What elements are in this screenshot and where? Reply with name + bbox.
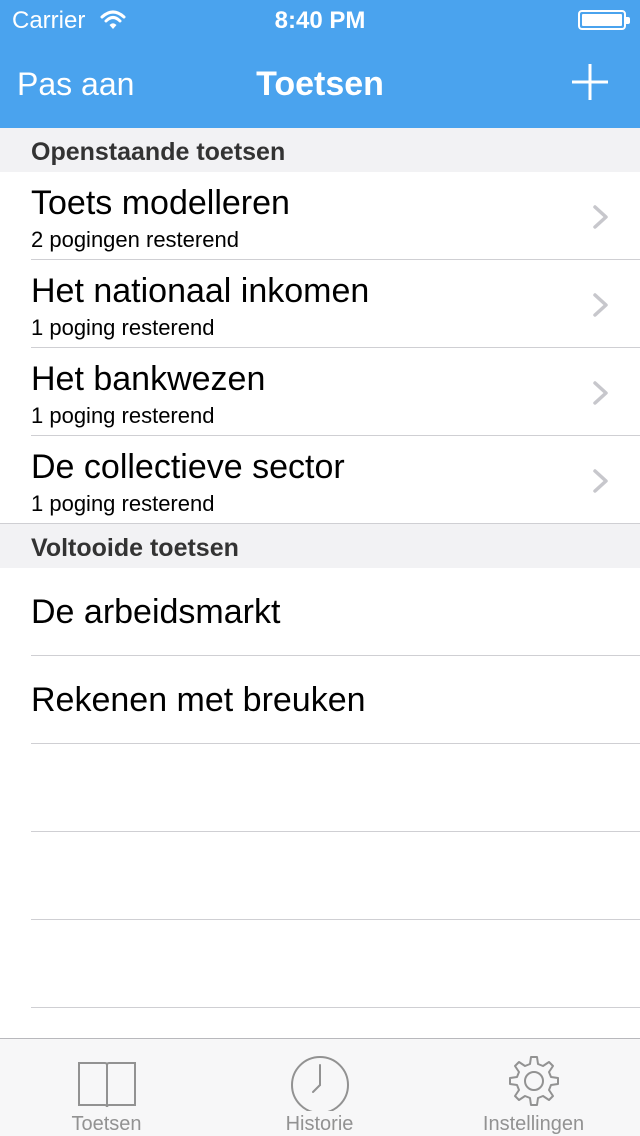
tab-toetsen[interactable]: Toetsen (0, 1039, 213, 1136)
list-item-open[interactable]: Het nationaal inkomen 1 poging resterend (0, 260, 640, 348)
item-subtitle: 2 pogingen resterend (31, 227, 239, 252)
section-header-completed: Voltooide toetsen (0, 524, 640, 568)
item-title: Het bankwezen (31, 360, 266, 398)
navigation-bar: Pas aan Toetsen (0, 40, 640, 128)
chevron-right-icon (593, 469, 608, 493)
chevron-right-icon (593, 381, 608, 405)
chevron-right-icon (593, 205, 608, 229)
list-item-open[interactable]: De collectieve sector 1 poging resterend (0, 436, 640, 524)
clock-icon (290, 1056, 349, 1111)
tab-label: Toetsen (71, 1113, 142, 1135)
item-subtitle: 1 poging resterend (31, 491, 215, 516)
tab-label: Historie (285, 1113, 354, 1135)
empty-row-separator (31, 831, 640, 832)
status-time: 8:40 PM (274, 7, 366, 34)
plus-icon[interactable] (570, 62, 610, 102)
section-header-open: Openstaande toetsen (0, 128, 640, 172)
item-subtitle: 1 poging resterend (31, 315, 215, 340)
edit-button[interactable]: Pas aan (17, 66, 134, 103)
list-item-completed[interactable]: De arbeidsmarkt (0, 568, 640, 656)
list-item-open[interactable]: Toets modelleren 2 pogingen resterend (0, 172, 640, 260)
item-title: Het nationaal inkomen (31, 272, 370, 310)
battery-icon (578, 10, 630, 30)
item-title: De arbeidsmarkt (31, 593, 281, 631)
status-bar: Carrier 8:40 PM (0, 0, 640, 40)
list-item-completed[interactable]: Rekenen met breuken (0, 656, 640, 744)
item-title: De collectieve sector (31, 448, 345, 486)
screen: Carrier 8:40 PM Pas aan Toetsen Openstaa… (0, 0, 640, 1136)
chevron-right-icon (593, 293, 608, 317)
tab-bar: Toetsen Historie Instellingen (0, 1038, 640, 1136)
tab-label: Instellingen (482, 1113, 585, 1135)
row-separator (31, 743, 640, 744)
empty-row-separator (31, 919, 640, 920)
top-bar: Carrier 8:40 PM Pas aan Toetsen (0, 0, 640, 128)
item-subtitle: 1 poging resterend (31, 403, 215, 428)
item-title: Toets modelleren (31, 184, 290, 222)
gear-icon (508, 1056, 559, 1106)
empty-row-separator (31, 1007, 640, 1008)
tab-instellingen[interactable]: Instellingen (427, 1039, 640, 1136)
list-item-open[interactable]: Het bankwezen 1 poging resterend (0, 348, 640, 436)
item-title: Rekenen met breuken (31, 681, 366, 719)
tab-historie[interactable]: Historie (213, 1039, 426, 1136)
book-icon (77, 1062, 136, 1108)
